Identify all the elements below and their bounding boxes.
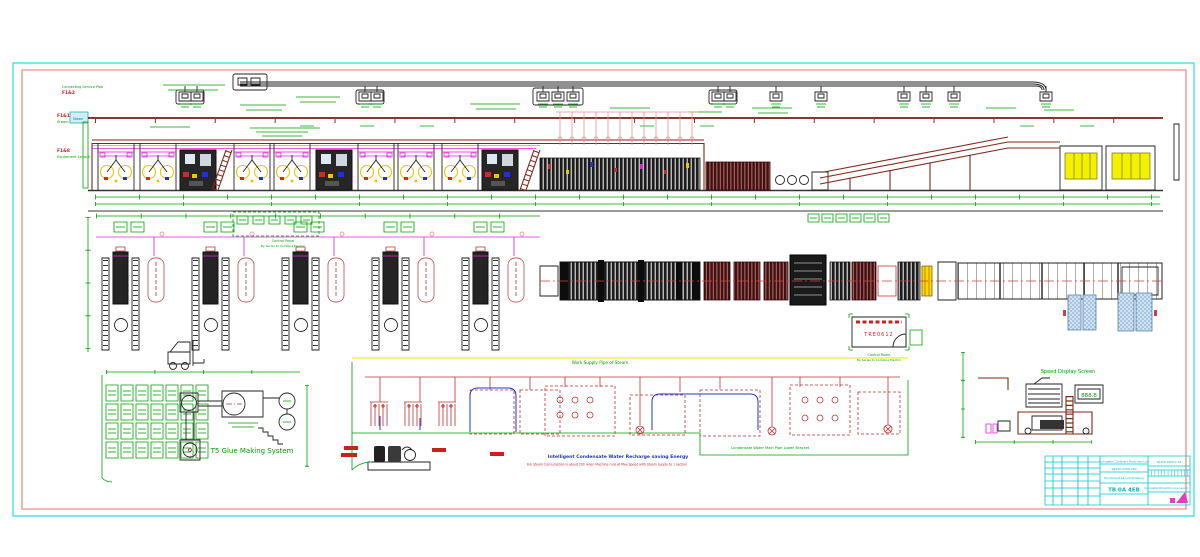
margin-top-caption: Connecting Service Pipe <box>62 85 103 89</box>
machine-train-2 <box>706 162 770 190</box>
machine-train-1 <box>540 158 700 190</box>
title-block: Corrugated Cardboard Production Line WJ2… <box>1045 456 1190 505</box>
condensate-pipes <box>380 388 758 432</box>
speed-screen-title: Speed Display Screen <box>1041 369 1095 375</box>
machine-outlines-red <box>470 385 900 436</box>
rewinder-machine <box>986 378 1092 434</box>
stacker-1 <box>1060 146 1102 190</box>
condensate-note: Condensate Water Main Pipe Lower Bracket <box>731 446 810 450</box>
ladder-2 <box>520 150 540 190</box>
company-logo <box>1170 492 1188 503</box>
tb-big-code: TB 0A 4EB <box>1108 488 1140 494</box>
module-labels <box>808 214 889 222</box>
steam-notes <box>150 126 1094 136</box>
energy-note-blue: Intelligent Condensate Water Recharge sa… <box>548 454 689 460</box>
margin-bot-code: F1&8 <box>57 148 70 154</box>
plan-roll-stations <box>102 222 524 350</box>
incline-conveyor <box>820 137 1060 190</box>
small-rolls <box>776 172 829 190</box>
tb-bottom-note: Corrugated Production Line Layout <box>1144 486 1188 490</box>
downstream-modules <box>704 255 956 305</box>
control-room: TRE0612 Control Room By Series to Combin… <box>849 314 922 362</box>
control-room-line2: By Series to Combine Electric <box>857 358 902 362</box>
tb-model: WJ250-2200-250 <box>1111 467 1136 471</box>
elevation-view: Steam <box>70 74 1179 204</box>
cad-sheet: Connecting Service Pipe F1&2 F1&1 Steam … <box>0 0 1200 557</box>
margin-bot-caption: Equipment Layout <box>57 155 90 159</box>
speed-display-box: 888.8 <box>1075 385 1103 403</box>
steam-coils <box>370 402 456 426</box>
stacker-2 <box>1106 146 1155 190</box>
control-panel-line2: By Series to Combine Electric <box>261 244 306 248</box>
busbar-notes <box>163 85 1074 113</box>
control-room-line1: Control Room <box>868 353 892 357</box>
pumps <box>636 425 892 435</box>
control-panel-line1: Control Panel <box>272 239 295 243</box>
tb-doc-title: Equipment Layout Drawing <box>1104 476 1144 480</box>
piping-schematic: Work Supply Pipe of Steam <box>341 358 908 470</box>
mill-roll-stands <box>98 143 478 190</box>
plan-view: Control Panel By Series to Combine Elect… <box>88 212 1162 362</box>
piping-title: Work Supply Pipe of Steam <box>572 360 629 365</box>
boiler-unit <box>341 433 504 470</box>
elevation-dimensions <box>95 197 1160 204</box>
right-pole <box>1174 124 1179 180</box>
glue-system-title: T5 Glue Making System <box>210 447 294 455</box>
steam-source-label: Steam <box>73 117 83 121</box>
speed-display-detail: Speed Display Screen 888.8 <box>963 352 1103 442</box>
tb-doc-no: WJ250-2200-2-16 <box>1157 460 1182 464</box>
busbar-boxes <box>176 86 1052 107</box>
speed-display-value: 888.8 <box>1081 393 1097 399</box>
control-room-code: TRE0612 <box>863 332 893 338</box>
margin-mid-code: F1&1 <box>57 113 70 119</box>
cad-canvas: Connecting Service Pipe F1&2 F1&1 Steam … <box>0 0 1200 557</box>
glue-system-detail: T5 Glue Making System <box>102 340 307 482</box>
tb-company-line: Corrugated Cardboard Production Line <box>1099 460 1149 464</box>
energy-note-red: Full Steam Consumption is about 2t/h whe… <box>527 463 687 467</box>
margin-top-code: F1&2 <box>62 90 75 96</box>
